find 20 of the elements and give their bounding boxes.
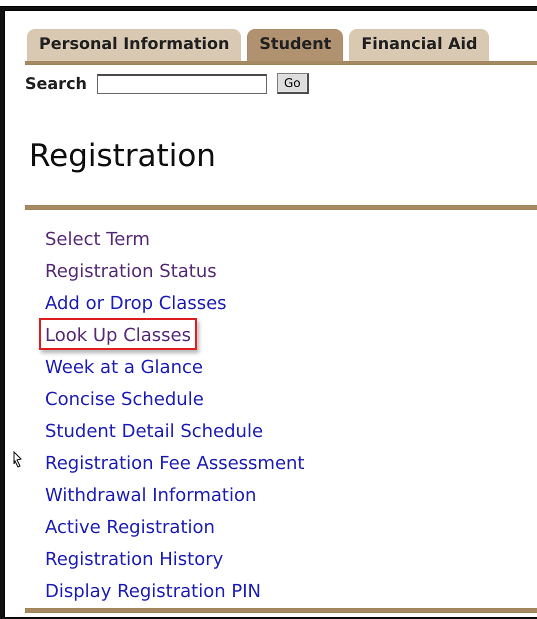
search-label: Search [25, 74, 87, 93]
menu-link[interactable]: Concise Schedule [39, 382, 210, 414]
menu-link[interactable]: Look Up Classes [39, 318, 198, 350]
tab[interactable]: Personal Information [27, 29, 242, 61]
menu-link[interactable]: Student Detail Schedule [39, 414, 270, 446]
tab[interactable]: Financial Aid [349, 29, 490, 61]
menu-link[interactable]: Display Registration PIN [39, 574, 267, 606]
menu-link[interactable]: Withdrawal Information [39, 478, 262, 510]
menu-link[interactable]: Add or Drop Classes [39, 286, 233, 318]
go-button[interactable]: Go [276, 73, 309, 94]
page-heading: Registration [29, 138, 217, 174]
menu-link[interactable]: Registration Status [39, 254, 223, 286]
cursor-icon [13, 451, 23, 469]
search-field[interactable] [96, 74, 267, 94]
menu-link[interactable]: Week at a Glance [39, 350, 209, 382]
menu-link[interactable]: Registration History [39, 542, 230, 574]
menu-link[interactable]: Registration Fee Assessment [39, 446, 310, 478]
tab[interactable]: Student [247, 29, 344, 61]
menu-link[interactable]: Select Term [39, 222, 156, 254]
menu-link[interactable]: Active Registration [39, 510, 221, 542]
